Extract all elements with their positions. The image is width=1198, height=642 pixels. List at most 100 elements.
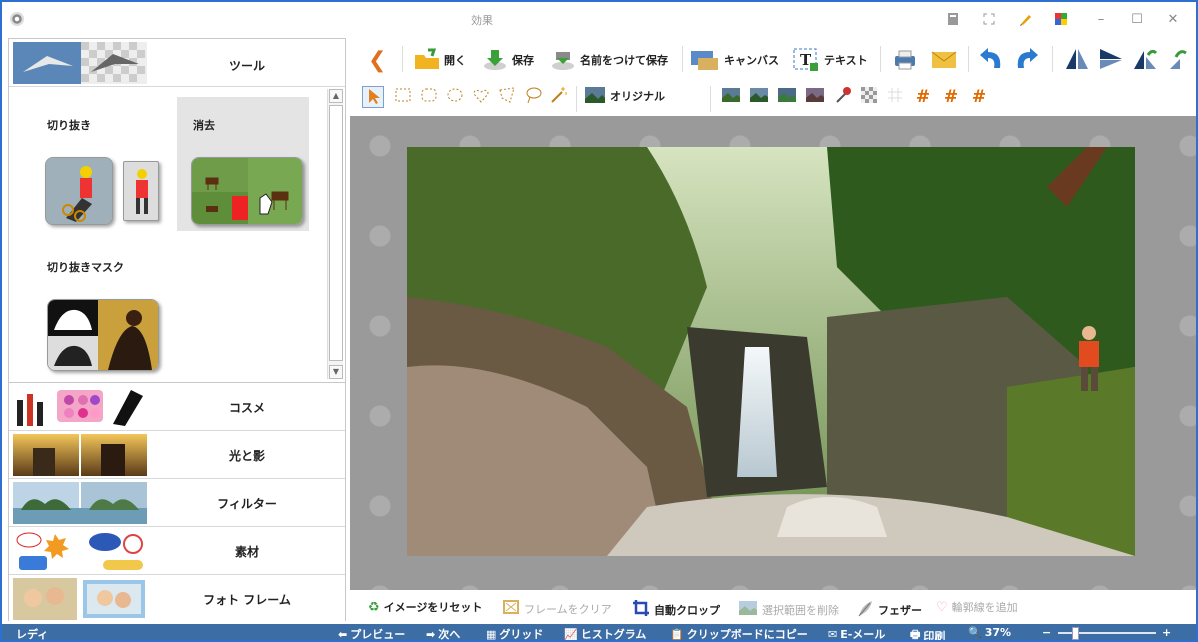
heart-select-icon[interactable] (470, 86, 492, 108)
tool-cutout-mask-thumbnail (47, 299, 159, 371)
original-button[interactable]: オリジナル (584, 84, 665, 108)
frame-clear-icon (502, 599, 520, 619)
undo-button[interactable] (976, 47, 1006, 72)
image-canvas[interactable] (350, 116, 1196, 590)
email-button[interactable] (930, 48, 958, 72)
image-effect-icon[interactable] (804, 86, 826, 108)
selection-toolbar: オリジナル # # # (356, 82, 1196, 112)
flip-vertical-button[interactable] (1098, 48, 1124, 72)
ellipse-select-icon[interactable] (444, 86, 466, 108)
delete-selection-button[interactable]: 選択範囲を削除 (738, 599, 839, 621)
print-status-button[interactable]: 🖶 印刷 (910, 626, 945, 641)
grid-medium-icon[interactable]: # (940, 86, 962, 108)
open-button[interactable]: 開く (414, 48, 466, 72)
image-resize-icon[interactable] (776, 86, 798, 108)
tool-cutout-label: 切り抜き (47, 119, 91, 132)
fullscreen-icon[interactable] (980, 12, 998, 28)
photo-frame-thumbnail (13, 578, 147, 620)
rotate-right-icon (1166, 47, 1192, 74)
heart-outline-icon: ♡ (936, 599, 948, 615)
category-photo-frame[interactable]: フォト フレーム (9, 575, 345, 622)
rectangle-select-icon[interactable] (392, 86, 414, 108)
redo-button[interactable] (1012, 47, 1042, 72)
tools-scrollbar[interactable]: ▲ ▼ (327, 89, 343, 379)
printer-small-icon: 🖶 (910, 628, 921, 641)
grid-faint-icon[interactable] (884, 86, 906, 108)
polygon-select-icon[interactable] (496, 86, 518, 108)
category-filter-label: フィルター (217, 497, 277, 511)
grid-small-icon[interactable]: # (912, 86, 934, 108)
clear-frame-button[interactable]: フレームをクリア (502, 599, 612, 619)
scroll-down-arrow-icon[interactable]: ▼ (329, 365, 343, 379)
flip-horizontal-icon (1064, 47, 1090, 74)
auto-crop-button[interactable]: 自動クロップ (632, 599, 720, 621)
toolbar-separator (1052, 46, 1053, 72)
recycle-icon: ♻ (368, 599, 380, 615)
save-as-button[interactable]: 名前をつけて保存 (550, 48, 668, 72)
tool-cutout-mask[interactable]: 切り抜きマスク (31, 239, 163, 373)
rotate-right-button[interactable] (1166, 48, 1192, 72)
back-arrow-icon: ❮ (368, 47, 387, 73)
pencil-icon[interactable] (1016, 12, 1034, 28)
canvas-button[interactable]: キャンバス (690, 48, 779, 72)
email-status-button[interactable]: ✉ E-メール (828, 626, 885, 641)
preview-arrow-icon: ⬅ (338, 627, 348, 641)
next-button[interactable]: ➡ 次へ (426, 626, 460, 641)
add-outline-button[interactable]: ♡ 輪郭線を追加 (936, 599, 1018, 615)
reset-image-button[interactable]: ♻ イメージをリセット (368, 599, 482, 615)
effects-panel: ツール 切り抜き 消去 切り抜きマスク ▲ ▼ コスメ 光と影 フィルター 素材… (8, 38, 346, 622)
zoom-slider-thumb[interactable] (1072, 627, 1079, 640)
preview-button[interactable]: ⬅ プレビュー (338, 626, 405, 641)
save-button[interactable]: 保存 (482, 48, 534, 72)
tool-erase[interactable]: 消去 (177, 97, 309, 231)
grid-icon: ▦ (486, 627, 497, 641)
image-adjust-icon[interactable] (720, 86, 742, 108)
maximize-icon[interactable]: ☐ (1128, 12, 1146, 28)
tool-cutout[interactable]: 切り抜き (31, 97, 163, 231)
scroll-up-arrow-icon[interactable]: ▲ (329, 89, 343, 103)
document-icon[interactable] (944, 12, 962, 28)
grid-button[interactable]: ▦ グリッド (486, 626, 543, 641)
grid-large-icon[interactable]: # (968, 86, 990, 108)
eyedropper-icon[interactable] (832, 86, 854, 108)
pointer-tool-icon[interactable] (362, 86, 384, 108)
palette-icon[interactable] (1052, 12, 1070, 28)
minimize-icon[interactable]: – (1092, 12, 1110, 28)
text-button[interactable]: T テキスト (792, 48, 868, 72)
category-tools[interactable]: ツール (9, 39, 345, 87)
title-bar: 効果 – ☐ ✕ (2, 2, 1196, 36)
category-cosmetics[interactable]: コスメ (9, 383, 345, 431)
toolbar-separator (968, 46, 969, 72)
materials-thumbnail (13, 530, 147, 572)
lasso-select-icon[interactable] (522, 86, 544, 108)
category-materials[interactable]: 素材 (9, 527, 345, 575)
envelope-icon (930, 48, 958, 73)
main-toolbar: ❮ 開く 保存 名前をつけて保存 キャンバス T テキスト (356, 42, 1196, 78)
rounded-rectangle-select-icon[interactable] (418, 86, 440, 108)
zoom-in-button[interactable]: + (1162, 626, 1171, 639)
original-image-icon (584, 85, 606, 108)
tool-cutout-thumbnail (45, 157, 113, 225)
print-button[interactable] (892, 48, 918, 72)
toolbar-separator (880, 46, 881, 72)
tool-erase-thumbnail (191, 157, 303, 225)
image-crop-icon[interactable] (748, 86, 770, 108)
flip-horizontal-button[interactable] (1064, 48, 1090, 72)
rotate-left-button[interactable] (1132, 48, 1158, 72)
zoom-out-button[interactable]: − (1042, 626, 1051, 639)
close-icon[interactable]: ✕ (1164, 12, 1182, 28)
scroll-thumb[interactable] (329, 105, 343, 361)
category-filter[interactable]: フィルター (9, 479, 345, 527)
transparency-icon[interactable] (858, 86, 880, 108)
category-light-shadow[interactable]: 光と影 (9, 431, 345, 479)
waterfall-photo[interactable] (407, 147, 1135, 556)
copy-clipboard-button[interactable]: 📋 クリップボードにコピー (670, 626, 808, 641)
app-icon[interactable] (10, 12, 24, 26)
magic-wand-icon[interactable] (548, 86, 570, 108)
back-button[interactable]: ❮ (368, 47, 387, 73)
feather-button[interactable]: フェザー (856, 599, 922, 621)
histogram-button[interactable]: 📈 ヒストグラム (564, 626, 646, 641)
printer-icon (892, 48, 918, 73)
envelope-small-icon: ✉ (828, 627, 838, 641)
category-light-shadow-label: 光と影 (228, 449, 265, 463)
